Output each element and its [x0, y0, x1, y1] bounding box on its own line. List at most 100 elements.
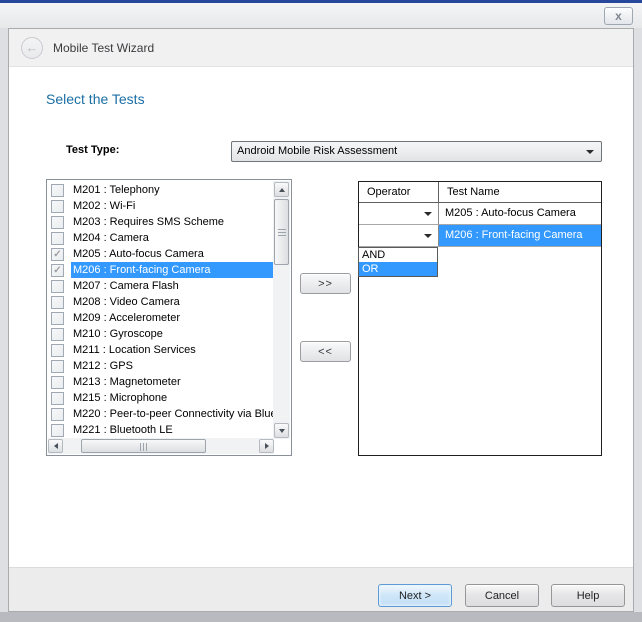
checkbox[interactable] [51, 216, 64, 229]
list-item-label: M211 : Location Services [71, 342, 275, 358]
checkbox[interactable] [51, 344, 64, 357]
arrow-left-icon [54, 443, 58, 449]
list-item[interactable]: M220 : Peer-to-peer Connectivity via Blu… [48, 406, 275, 422]
selected-tests-panel: Operator Test Name M205 : Auto-focus Cam… [358, 181, 602, 456]
next-button[interactable]: Next > [378, 584, 452, 607]
chevron-down-icon [586, 150, 594, 154]
vertical-scrollbar-thumb[interactable] [274, 199, 289, 265]
available-tests-list: M201 : TelephonyM202 : Wi-FiM203 : Requi… [48, 181, 275, 439]
list-item-label: M202 : Wi-Fi [71, 198, 275, 214]
list-item[interactable]: M211 : Location Services [48, 342, 275, 358]
checkbox[interactable] [51, 296, 64, 309]
chevron-down-icon [424, 212, 432, 216]
list-item[interactable]: M207 : Camera Flash [48, 278, 275, 294]
vertical-scrollbar[interactable] [273, 181, 290, 439]
test-name-column-header: Test Name [439, 182, 601, 202]
checkbox[interactable] [51, 312, 64, 325]
list-item-label: M204 : Camera [71, 230, 275, 246]
list-item[interactable]: M210 : Gyroscope [48, 326, 275, 342]
horizontal-scrollbar-thumb[interactable] [81, 439, 206, 453]
checkbox[interactable] [51, 280, 64, 293]
list-item-label: M212 : GPS [71, 358, 275, 374]
back-button[interactable]: ← [21, 37, 43, 59]
list-item-label: M206 : Front-facing Camera [71, 262, 275, 278]
operator-dropdown[interactable] [359, 203, 439, 224]
list-item-label: M205 : Auto-focus Camera [71, 246, 275, 262]
operator-option[interactable]: OR [359, 262, 437, 276]
list-item[interactable]: M215 : Microphone [48, 390, 275, 406]
close-button[interactable]: x [604, 7, 633, 25]
list-item[interactable]: M201 : Telephony [48, 182, 275, 198]
help-button[interactable]: Help [551, 584, 625, 607]
arrow-right-icon [265, 443, 269, 449]
checkbox[interactable] [51, 376, 64, 389]
wizard-dialog: ← Mobile Test Wizard Select the Tests Te… [8, 28, 634, 612]
list-item[interactable]: ✓ M206 : Front-facing Camera [48, 262, 275, 278]
list-item-label: M215 : Microphone [71, 390, 275, 406]
list-item[interactable]: M213 : Magnetometer [48, 374, 275, 390]
wizard-title: Mobile Test Wizard [53, 41, 154, 55]
page-heading: Select the Tests [46, 91, 145, 107]
back-arrow-icon: ← [26, 40, 39, 55]
list-item-label: M201 : Telephony [71, 182, 275, 198]
cancel-button[interactable]: Cancel [465, 584, 539, 607]
scroll-up-button[interactable] [274, 182, 289, 197]
list-item-label: M203 : Requires SMS Scheme [71, 214, 275, 230]
checkbox[interactable]: ✓ [51, 248, 64, 261]
test-type-value: Android Mobile Risk Assessment [237, 145, 397, 157]
wizard-header: ← Mobile Test Wizard [9, 29, 633, 67]
titlebar[interactable]: x [0, 3, 642, 28]
selected-tests-rows: M205 : Auto-focus CameraM206 : Front-fac… [359, 203, 601, 247]
list-item[interactable]: M212 : GPS [48, 358, 275, 374]
checkbox[interactable] [51, 424, 64, 437]
list-item-label: M208 : Video Camera [71, 294, 275, 310]
horizontal-scrollbar[interactable] [48, 438, 274, 454]
scroll-down-button[interactable] [274, 423, 289, 438]
list-item-label: M210 : Gyroscope [71, 326, 275, 342]
list-item-label: M209 : Accelerometer [71, 310, 275, 326]
footer: Next > Cancel Help [9, 567, 633, 611]
list-item-label: M207 : Camera Flash [71, 278, 275, 294]
arrow-down-icon [279, 429, 285, 433]
checkbox[interactable] [51, 408, 64, 421]
test-type-dropdown[interactable]: Android Mobile Risk Assessment [231, 141, 602, 162]
list-item-label: M213 : Magnetometer [71, 374, 275, 390]
list-item[interactable]: ✓ M205 : Auto-focus Camera [48, 246, 275, 262]
test-name-cell[interactable]: M206 : Front-facing Camera [439, 225, 601, 246]
checkbox[interactable] [51, 360, 64, 373]
operator-dropdown-list: ANDOR [358, 247, 438, 277]
grip-icon [140, 443, 148, 451]
list-item[interactable]: M203 : Requires SMS Scheme [48, 214, 275, 230]
selected-tests-header: Operator Test Name [359, 182, 601, 203]
list-item-label: M221 : Bluetooth LE [71, 422, 275, 438]
checkbox[interactable] [51, 184, 64, 197]
scroll-left-button[interactable] [48, 439, 63, 453]
add-tests-button[interactable]: >> [300, 273, 351, 294]
list-item-label: M220 : Peer-to-peer Connectivity via Blu… [71, 406, 275, 422]
arrow-up-icon [279, 188, 285, 192]
wizard-window: x ← Mobile Test Wizard Select the Tests … [0, 0, 642, 622]
checkbox[interactable]: ✓ [51, 264, 64, 277]
grip-icon [278, 229, 286, 237]
list-item[interactable]: M221 : Bluetooth LE [48, 422, 275, 438]
available-tests-listbox: M201 : TelephonyM202 : Wi-FiM203 : Requi… [46, 179, 292, 456]
test-name-cell[interactable]: M205 : Auto-focus Camera [439, 203, 601, 224]
list-item[interactable]: M209 : Accelerometer [48, 310, 275, 326]
checkbox[interactable] [51, 200, 64, 213]
test-type-label: Test Type: [66, 144, 119, 156]
list-item[interactable]: M202 : Wi-Fi [48, 198, 275, 214]
list-item[interactable]: M204 : Camera [48, 230, 275, 246]
remove-tests-button[interactable]: << [300, 341, 351, 362]
chevron-down-icon [424, 234, 432, 238]
scroll-right-button[interactable] [259, 439, 274, 453]
checkbox[interactable] [51, 232, 64, 245]
list-item[interactable]: M208 : Video Camera [48, 294, 275, 310]
operator-option[interactable]: AND [359, 248, 437, 262]
table-row[interactable]: M205 : Auto-focus Camera [359, 203, 601, 225]
operator-column-header: Operator [359, 182, 439, 202]
checkbox[interactable] [51, 392, 64, 405]
operator-dropdown[interactable] [359, 225, 439, 246]
window-bottom-border [0, 612, 642, 622]
checkbox[interactable] [51, 328, 64, 341]
table-row[interactable]: M206 : Front-facing Camera [359, 225, 601, 247]
